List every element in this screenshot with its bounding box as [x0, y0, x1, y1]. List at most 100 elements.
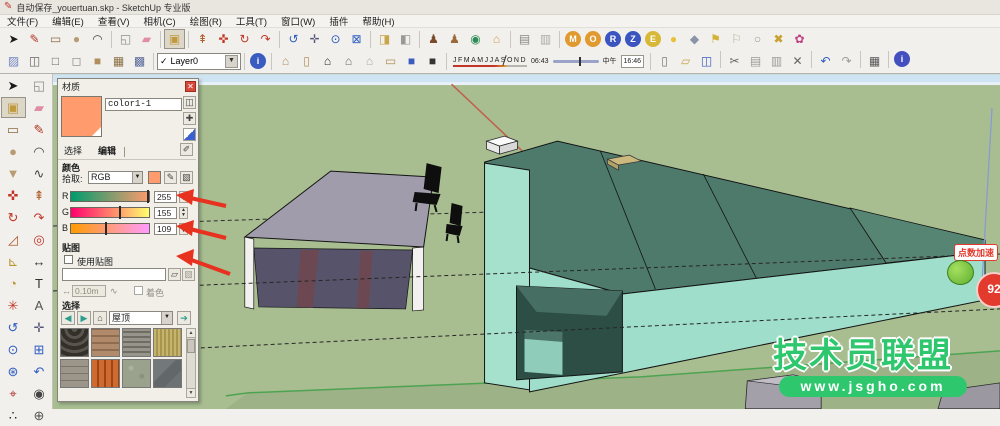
component-browser-icon[interactable]: ▯ — [296, 51, 317, 71]
position-person-icon[interactable]: ♟ — [444, 29, 465, 49]
tab-edit[interactable]: 编辑 — [96, 145, 118, 158]
widget-badge[interactable]: 92 — [976, 272, 1000, 308]
rotate-icon[interactable]: ↻ — [1, 207, 26, 228]
dropdown-arrow-icon[interactable]: ▼ — [132, 172, 142, 183]
circle-icon[interactable]: ● — [66, 29, 87, 49]
material-swatch-shingle-gray[interactable] — [122, 328, 151, 357]
zoom-icon[interactable]: ⊙ — [1, 339, 26, 360]
material-swatch-shingle-brown[interactable] — [91, 328, 120, 357]
import-doc-icon[interactable]: ▥ — [535, 29, 556, 49]
circle-icon[interactable]: ● — [1, 141, 26, 162]
color-wheel-icon[interactable]: ✿ — [789, 29, 810, 49]
pan-icon[interactable]: ✛ — [27, 317, 52, 338]
arc-icon[interactable]: ◠ — [87, 29, 108, 49]
text-icon[interactable]: T — [27, 273, 52, 294]
follow-me-icon[interactable]: ↷ — [27, 207, 52, 228]
create-material-icon[interactable]: ✚ — [183, 112, 196, 125]
select-icon[interactable]: ➤ — [1, 75, 26, 96]
home-icon[interactable]: ⌂ — [93, 311, 107, 325]
tape-measure-icon[interactable]: ⊾ — [1, 251, 26, 272]
shaded-textures-icon[interactable]: ▦ — [108, 51, 129, 71]
eyedropper-icon[interactable]: ✐ — [180, 143, 193, 156]
back-edges-icon[interactable]: ◫ — [24, 51, 45, 71]
scrollbar-thumb[interactable] — [187, 339, 195, 353]
menu-edit[interactable]: 编辑(E) — [45, 14, 91, 28]
pan-icon[interactable]: ✛ — [304, 29, 325, 49]
flag-white-icon[interactable]: ⚐ — [726, 29, 747, 49]
layer-manager-icon[interactable]: i — [250, 53, 266, 69]
picker-dropdown[interactable]: RGB ▼ — [88, 171, 143, 184]
get-models-icon[interactable]: ◨ — [374, 29, 395, 49]
dropdown-arrow-icon[interactable]: ▼ — [225, 55, 238, 68]
select-icon[interactable]: ➤ — [3, 29, 24, 49]
material-swatch-gravel[interactable] — [122, 359, 151, 388]
sphere-yellow-icon[interactable]: ● — [663, 29, 684, 49]
google-earth-icon[interactable]: ◉ — [465, 29, 486, 49]
move-icon[interactable]: ✜ — [213, 29, 234, 49]
tab-select[interactable]: 选择 — [62, 145, 84, 158]
xray-icon[interactable]: ▨ — [3, 51, 24, 71]
menu-tools[interactable]: 工具(T) — [229, 14, 274, 28]
shaded-icon[interactable]: ■ — [87, 51, 108, 71]
zoom-extents-icon[interactable]: ⊠ — [346, 29, 367, 49]
paint-bucket-icon[interactable]: ▣ — [1, 97, 26, 118]
house-black-icon[interactable]: ⌂ — [317, 51, 338, 71]
scale-icon[interactable]: ◿ — [1, 229, 26, 250]
hidden-line-icon[interactable]: ◻ — [66, 51, 87, 71]
save-icon[interactable]: ◫ — [696, 51, 717, 71]
house-save-icon[interactable]: ⌂ — [338, 51, 359, 71]
zoom-extents-icon[interactable]: ⊛ — [1, 361, 26, 382]
material-swatch-brick-gray[interactable] — [60, 359, 89, 388]
zoom-icon[interactable]: ⊙ — [325, 29, 346, 49]
detail-arrow-icon[interactable]: ➔ — [177, 311, 191, 325]
forward-arrow-icon[interactable]: ▶ — [77, 311, 91, 325]
rectangle-icon[interactable]: ▭ — [45, 29, 66, 49]
default-colors-swatch[interactable] — [183, 128, 196, 141]
cut-icon[interactable]: ✂ — [724, 51, 745, 71]
scroll-up-icon[interactable]: ▲ — [187, 329, 195, 338]
house-outline-icon[interactable]: ⌂ — [359, 51, 380, 71]
zoom-window-icon[interactable]: ⊞ — [27, 339, 52, 360]
freehand-icon[interactable]: ∿ — [27, 163, 52, 184]
position-camera-icon[interactable]: ⌖ — [1, 383, 26, 404]
dialog-title[interactable]: 材质 — [62, 80, 80, 93]
star-gold-icon[interactable]: ✖ — [768, 29, 789, 49]
shadow-time-slider[interactable] — [553, 60, 599, 63]
add-building-icon[interactable]: ⌂ — [486, 29, 507, 49]
menu-help[interactable]: 帮助(H) — [355, 14, 401, 28]
new-icon[interactable]: ▯ — [654, 51, 675, 71]
look-around-icon[interactable]: ◉ — [27, 383, 52, 404]
scroll-down-icon[interactable]: ▼ — [187, 388, 195, 397]
match-screen-color-icon[interactable]: ✎ — [164, 171, 177, 184]
redo-icon[interactable]: ↷ — [836, 51, 857, 71]
material-swatch-thatch[interactable] — [153, 328, 182, 357]
flag-yellow-icon[interactable]: ⚑ — [705, 29, 726, 49]
orbit-icon[interactable]: ↺ — [1, 317, 26, 338]
dark-cube-icon[interactable]: ■ — [422, 51, 443, 71]
menu-plugins[interactable]: 插件 — [322, 14, 355, 28]
eraser-icon[interactable]: ▰ — [27, 97, 52, 118]
colorize-checkbox[interactable] — [134, 286, 143, 295]
monochrome-icon[interactable]: ▩ — [129, 51, 150, 71]
orbit-icon[interactable]: ↺ — [283, 29, 304, 49]
material-swatch-roof-tile-orange[interactable] — [91, 359, 120, 388]
delete-icon[interactable]: ✕ — [787, 51, 808, 71]
shadow-end-time[interactable]: 16:46 — [621, 55, 645, 68]
close-icon[interactable]: ✕ — [185, 81, 196, 92]
texture-file-input[interactable] — [62, 268, 166, 281]
plugin-r-icon[interactable]: R — [605, 31, 621, 47]
match-object-color-icon[interactable]: ▧ — [180, 171, 193, 184]
dropdown-arrow-icon[interactable]: ▼ — [161, 312, 172, 324]
widget-mascot-icon[interactable] — [947, 260, 974, 285]
slider-thumb-b[interactable] — [105, 222, 107, 235]
layer-dropdown[interactable]: ✓ Layer0 ▼ — [157, 53, 241, 70]
paint-bucket-icon[interactable]: ▣ — [164, 29, 185, 49]
plugin-z-icon[interactable]: Z — [625, 31, 641, 47]
line-icon[interactable]: ✎ — [27, 119, 52, 140]
building-doorway[interactable] — [517, 286, 623, 380]
info-icon[interactable]: i — [894, 51, 910, 67]
plugin-m-icon[interactable]: M — [565, 31, 581, 47]
use-texture-checkbox[interactable] — [64, 255, 73, 264]
diamond-gray-icon[interactable]: ◆ — [684, 29, 705, 49]
material-swatch-slate[interactable] — [153, 359, 182, 388]
